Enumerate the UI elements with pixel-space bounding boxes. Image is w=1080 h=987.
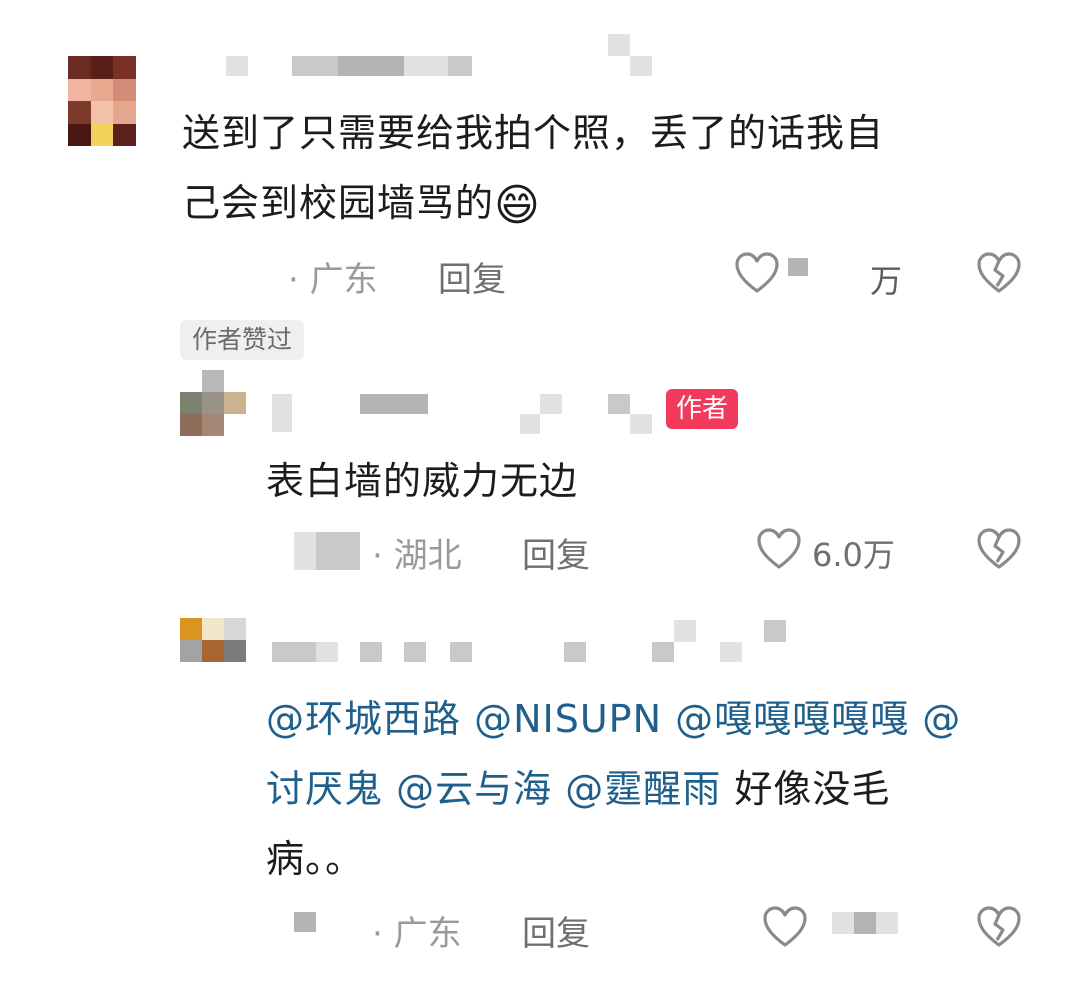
author-liked-tag: 作者赞过 — [180, 320, 305, 360]
comment-line-2: 己会到校园墙骂的😄 — [182, 168, 1042, 241]
heart-outline-icon[interactable] — [734, 252, 780, 294]
mention-link[interactable]: @云与海 — [396, 767, 552, 811]
like-count-suffix: 万 — [870, 262, 903, 300]
comment-line-1: 送到了只需要给我拍个照，丢了的话我自 — [182, 111, 885, 155]
reply-button[interactable]: 回复 — [522, 906, 590, 955]
reply-line-3: 病。。 — [266, 837, 365, 881]
avatar[interactable] — [180, 618, 246, 662]
reply-location: · 湖北 — [372, 536, 462, 576]
broken-heart-icon[interactable] — [976, 528, 1022, 570]
like-count: 6.0万 — [812, 536, 895, 574]
mention-link[interactable]: @霆醒雨 — [565, 767, 721, 811]
reply-to-redacted-2 — [316, 532, 360, 570]
reply-button[interactable]: 回复 — [522, 528, 590, 577]
reply-line-1: @环城西路 @NISUPN @嘎嘎嘎嘎嘎 @ — [266, 684, 1046, 754]
reply-text-tail: 好像没毛 — [734, 767, 891, 811]
comment-text: 送到了只需要给我拍个照，丢了的话我自 己会到校园墙骂的😄 — [182, 98, 1042, 241]
emoji-grin-icon: 😄 — [494, 180, 541, 231]
comment-line-2-text: 己会到校园墙骂的 — [182, 181, 495, 225]
avatar[interactable] — [68, 56, 136, 146]
heart-outline-icon[interactable] — [756, 528, 802, 570]
like-count-redacted — [788, 258, 808, 276]
reply-to-redacted — [294, 912, 316, 932]
heart-outline-icon[interactable] — [762, 906, 808, 948]
comment-location: · 广东 — [288, 260, 378, 300]
broken-heart-icon[interactable] — [976, 906, 1022, 948]
reply-text: 表白墙的威力无边 — [266, 459, 579, 503]
mention-link[interactable]: @嘎嘎嘎嘎嘎 — [675, 697, 909, 741]
reply-button[interactable]: 回复 — [438, 252, 506, 301]
mention-link[interactable]: 讨厌鬼 — [266, 767, 383, 811]
author-badge: 作者 — [666, 389, 739, 429]
reply-line-2: 讨厌鬼 @云与海 @霆醒雨 好像没毛 — [266, 754, 1046, 824]
mention-link[interactable]: @NISUPN — [474, 697, 662, 741]
mention-link[interactable]: @环城西路 — [266, 697, 461, 741]
avatar[interactable] — [180, 370, 246, 436]
mention-link[interactable]: @ — [922, 697, 961, 741]
reply-location: · 广东 — [372, 914, 462, 954]
reply-text: @环城西路 @NISUPN @嘎嘎嘎嘎嘎 @ 讨厌鬼 @云与海 @霆醒雨 好像没… — [266, 684, 1046, 894]
reply-to-redacted — [294, 532, 316, 570]
broken-heart-icon[interactable] — [976, 252, 1022, 294]
